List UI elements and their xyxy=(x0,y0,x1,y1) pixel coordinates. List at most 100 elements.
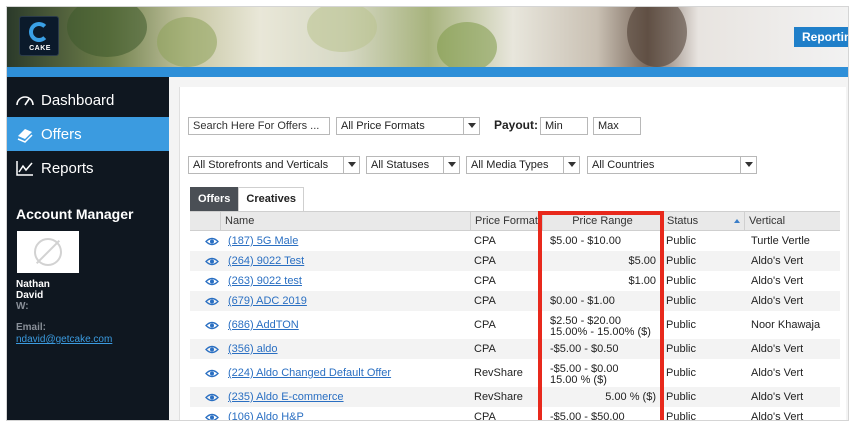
offer-name-link[interactable]: (187) 5G Male xyxy=(228,236,298,247)
table-row[interactable]: (106) Aldo H&P CPA -$5.00 - $50.00 Public Al… xyxy=(190,407,840,421)
banner-person xyxy=(627,7,687,67)
offer-name-link[interactable]: (264) 9022 Test xyxy=(228,256,304,267)
column-header-name[interactable]: Name xyxy=(220,212,470,230)
eye-icon[interactable] xyxy=(205,257,219,266)
banner-foliage xyxy=(437,22,497,67)
price-range-line: $5.00 xyxy=(628,255,656,267)
chevron-down-icon xyxy=(443,157,459,173)
offer-name-link[interactable]: (106) Aldo H&P xyxy=(228,412,304,421)
price-range-line: 5.00 % ($) xyxy=(605,391,656,403)
vertical-cell: Aldo's Vert xyxy=(751,295,804,307)
eye-icon[interactable] xyxy=(205,297,219,306)
status-cell: Public xyxy=(666,275,696,287)
eye-icon[interactable] xyxy=(205,237,219,246)
vertical-cell: Noor Khawaja xyxy=(751,319,821,331)
offer-name-link[interactable]: (679) ADC 2019 xyxy=(228,296,307,307)
table-row[interactable]: (686) AddTON CPA $2.50 - $20.00 15.00% - 15… xyxy=(190,311,840,339)
column-header-price-format[interactable]: Price Format xyxy=(470,212,542,230)
storefront-select[interactable]: All Storefronts and Verticals xyxy=(188,156,360,174)
offer-name-link[interactable]: (356) aldo xyxy=(228,344,278,355)
status-select[interactable]: All Statuses xyxy=(366,156,460,174)
vertical-cell: Aldo's Vert xyxy=(751,367,804,379)
vertical-cell: Aldo's Vert xyxy=(751,275,804,287)
price-format-cell: CPA xyxy=(474,275,496,287)
status-cell: Public xyxy=(666,367,696,379)
reporting-button[interactable]: Reporting xyxy=(794,27,848,47)
table-row[interactable]: (224) Aldo Changed Default Offer RevShare… xyxy=(190,359,840,387)
offer-name-link[interactable]: (686) AddTON xyxy=(228,320,299,331)
chevron-down-icon xyxy=(563,157,579,173)
table-row[interactable]: (235) Aldo E-commerce RevShare 5.00 % ($) P… xyxy=(190,387,840,407)
manager-name: Nathan David xyxy=(16,279,50,301)
price-range-line: 15.00 % ($) xyxy=(550,374,607,386)
price-range-line: $0.00 - $1.00 xyxy=(550,295,615,307)
sidebar-item-offers[interactable]: Offers xyxy=(7,117,169,151)
media-type-select[interactable]: All Media Types xyxy=(466,156,580,174)
table-row[interactable]: (264) 9022 Test CPA $5.00 Public Aldo's Vert xyxy=(190,251,840,271)
price-range-cell: $2.50 - $20.00 15.00% - 15.00% ($) xyxy=(550,316,651,338)
banner-foliage xyxy=(157,17,217,67)
price-format-cell: RevShare xyxy=(474,391,523,403)
price-format-cell: CPA xyxy=(474,411,496,421)
price-range-cell: -$5.00 - $0.50 xyxy=(550,344,619,355)
avatar xyxy=(17,231,79,273)
price-range-cell: $0.00 - $1.00 xyxy=(550,296,615,307)
sidebar-item-reports[interactable]: Reports xyxy=(7,151,169,185)
status-cell: Public xyxy=(666,255,696,267)
cake-logo-icon xyxy=(29,22,49,42)
logo-text: CAKE xyxy=(29,45,51,52)
manager-w-label: W: xyxy=(16,301,29,312)
sidebar-item-label: Reports xyxy=(41,159,94,177)
main-content: Search Here For Offers ... All Price For… xyxy=(169,77,848,421)
eye-icon[interactable] xyxy=(205,369,219,378)
manager-email-link[interactable]: ndavid@getcake.com xyxy=(16,334,112,345)
app-window: CAKE Reporting Dashboard Offers Reports xyxy=(6,6,849,421)
vertical-cell: Aldo's Vert xyxy=(751,343,804,355)
sidebar-item-label: Offers xyxy=(41,125,82,143)
country-select[interactable]: All Countries xyxy=(587,156,757,174)
column-header-price-range[interactable]: Price Range xyxy=(542,212,662,230)
price-format-cell: RevShare xyxy=(474,367,523,379)
vertical-cell: Turtle Vertle xyxy=(751,235,810,247)
tab-creatives[interactable]: Creatives xyxy=(238,187,304,211)
gauge-icon xyxy=(16,96,34,106)
banner-foliage xyxy=(67,7,147,57)
table-row[interactable]: (187) 5G Male CPA $5.00 - $10.00 Public Turt… xyxy=(190,231,840,251)
price-range-cell: $5.00 xyxy=(542,256,656,267)
price-format-cell: CPA xyxy=(474,235,496,247)
eye-icon[interactable] xyxy=(205,413,219,421)
sidebar-item-dashboard[interactable]: Dashboard xyxy=(7,83,169,117)
status-cell: Public xyxy=(666,235,696,247)
header-banner: CAKE Reporting xyxy=(7,7,848,67)
status-cell: Public xyxy=(666,295,696,307)
vertical-cell: Aldo's Vert xyxy=(751,411,804,421)
eye-icon[interactable] xyxy=(205,277,219,286)
status-cell: Public xyxy=(666,411,696,421)
sidebar: Dashboard Offers Reports Account Manager… xyxy=(7,77,169,420)
price-format-select[interactable]: All Price Formats xyxy=(336,117,480,135)
price-range-cell: -$5.00 - $0.00 15.00 % ($) xyxy=(550,364,619,386)
column-header-vertical[interactable]: Vertical xyxy=(744,212,840,230)
column-header-status[interactable]: Status xyxy=(662,212,744,230)
price-format-cell: CPA xyxy=(474,319,496,331)
offer-name-link[interactable]: (235) Aldo E-commerce xyxy=(228,392,344,403)
tab-offers[interactable]: Offers xyxy=(190,187,239,211)
cake-logo[interactable]: CAKE xyxy=(19,16,59,56)
account-manager-title: Account Manager xyxy=(16,206,134,222)
chevron-down-icon xyxy=(740,157,756,173)
table-row[interactable]: (679) ADC 2019 CPA $0.00 - $1.00 Public Aldo… xyxy=(190,291,840,311)
table-row[interactable]: (263) 9022 test CPA $1.00 Public Aldo's Vert xyxy=(190,271,840,291)
status-cell: Public xyxy=(666,391,696,403)
tab-bar: Offers Creatives xyxy=(190,187,304,211)
search-input[interactable]: Search Here For Offers ... xyxy=(188,117,330,135)
payout-max-input[interactable]: Max xyxy=(593,117,641,135)
banner-foliage xyxy=(307,7,377,52)
table-row[interactable]: (356) aldo CPA -$5.00 - $0.50 Public Aldo's … xyxy=(190,339,840,359)
chevron-down-icon xyxy=(343,157,359,173)
payout-min-input[interactable]: Min xyxy=(540,117,588,135)
eye-icon[interactable] xyxy=(205,321,219,330)
eye-icon[interactable] xyxy=(205,345,219,354)
eye-icon[interactable] xyxy=(205,393,219,402)
offer-name-link[interactable]: (263) 9022 test xyxy=(228,276,302,287)
offer-name-link[interactable]: (224) Aldo Changed Default Offer xyxy=(228,368,391,379)
